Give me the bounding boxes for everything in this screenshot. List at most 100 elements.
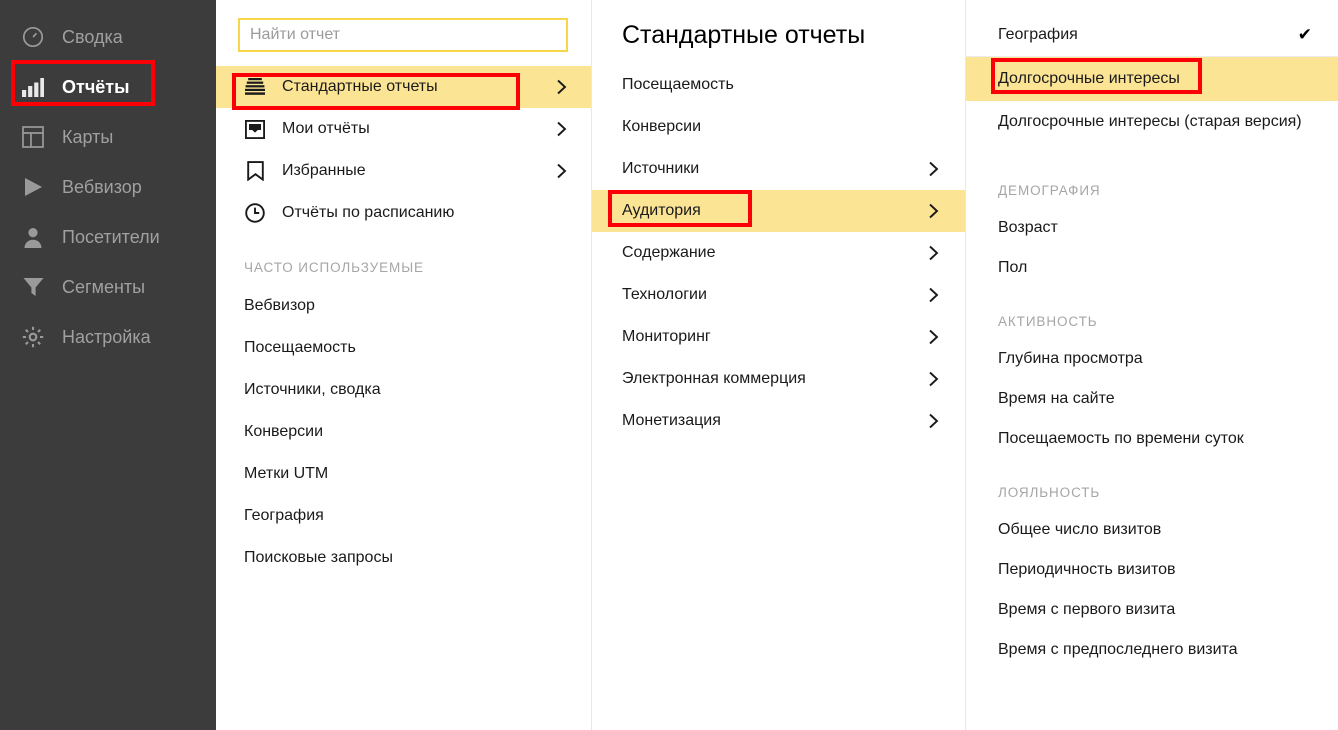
- sidebar-item-label: Вебвизор: [62, 177, 142, 197]
- chevron-right-icon: [925, 287, 941, 303]
- report-item-label: Конверсии: [622, 118, 702, 135]
- menu-item-scheduled-reports[interactable]: Отчёты по расписанию: [216, 192, 591, 234]
- frequent-item-utm-tags[interactable]: Метки UTM: [216, 453, 591, 495]
- speedometer-icon: [20, 24, 46, 50]
- frequent-item-label: Метки UTM: [244, 465, 329, 482]
- report-item-label: Электронная коммерция: [622, 370, 806, 387]
- frequent-item-label: Вебвизор: [244, 297, 315, 314]
- chevron-right-icon: [925, 329, 941, 345]
- audience-item-longterm-interests-old[interactable]: Долгосрочные интересы (старая версия): [966, 101, 1338, 157]
- audience-item-page-depth[interactable]: Глубина просмотра: [966, 339, 1338, 379]
- chevron-right-icon: [925, 161, 941, 177]
- bookmark-icon: [244, 160, 266, 182]
- audience-item-label: Возраст: [998, 219, 1058, 237]
- chevron-right-icon: [925, 371, 941, 387]
- audience-item-label: Общее число визитов: [998, 521, 1162, 539]
- audience-item-label: Время на сайте: [998, 390, 1115, 408]
- audience-item-label: Долгосрочные интересы: [998, 70, 1180, 88]
- sidebar-item-maps[interactable]: Карты: [0, 112, 216, 162]
- reports-nav-panel: Стандартные отчеты Мои отчёты: [216, 0, 592, 730]
- audience-item-time-since-first-visit[interactable]: Время с первого визита: [966, 590, 1338, 630]
- layout-grid-icon: [20, 124, 46, 150]
- standard-reports-panel: Стандартные отчеты Посещаемость Конверси…: [592, 0, 966, 730]
- menu-item-label: Стандартные отчеты: [282, 78, 438, 95]
- sidebar-item-label: Настройка: [62, 327, 151, 347]
- sidebar-item-visitors[interactable]: Посетители: [0, 212, 216, 262]
- search-input[interactable]: [250, 26, 556, 44]
- person-icon: [20, 224, 46, 250]
- frequent-item-search-queries[interactable]: Поисковые запросы: [216, 537, 591, 579]
- stacked-lines-icon: [244, 76, 266, 98]
- menu-item-label: Избранные: [282, 162, 366, 179]
- report-item-label: Аудитория: [622, 202, 701, 219]
- frequent-item-label: Конверсии: [244, 423, 324, 440]
- audience-item-longterm-interests[interactable]: Долгосрочные интересы: [966, 57, 1338, 101]
- frequent-item-traffic[interactable]: Посещаемость: [216, 327, 591, 369]
- frequent-item-label: Посещаемость: [244, 339, 356, 356]
- sidebar-item-reports[interactable]: Отчёты: [0, 62, 216, 112]
- sidebar-item-label: Сводка: [62, 27, 123, 47]
- audience-item-label: Время с предпоследнего визита: [998, 641, 1238, 659]
- frequent-item-conversions[interactable]: Конверсии: [216, 411, 591, 453]
- menu-item-label: Мои отчёты: [282, 120, 370, 137]
- report-item-monetization[interactable]: Монетизация: [592, 400, 965, 442]
- chevron-right-icon: [553, 163, 569, 179]
- sidebar-item-label: Сегменты: [62, 277, 146, 297]
- audience-item-label: Периодичность визитов: [998, 561, 1176, 579]
- left-sidebar: Сводка Отчёты Карты Вебвизор Посетители …: [0, 0, 216, 730]
- audience-item-time-since-penultimate-visit[interactable]: Время с предпоследнего визита: [966, 630, 1338, 670]
- chevron-right-icon: [925, 245, 941, 261]
- report-item-monitoring[interactable]: Мониторинг: [592, 316, 965, 358]
- audience-item-label: Посещаемость по времени суток: [998, 430, 1244, 448]
- audience-item-gender[interactable]: Пол: [966, 248, 1338, 288]
- report-item-traffic[interactable]: Посещаемость: [592, 64, 965, 106]
- play-triangle-icon: [20, 174, 46, 200]
- sidebar-item-segments[interactable]: Сегменты: [0, 262, 216, 312]
- report-item-content[interactable]: Содержание: [592, 232, 965, 274]
- report-item-label: Мониторинг: [622, 328, 711, 345]
- chevron-right-icon: [553, 79, 569, 95]
- report-item-label: Монетизация: [622, 412, 721, 429]
- report-item-conversions[interactable]: Конверсии: [592, 106, 965, 148]
- sidebar-item-label: Карты: [62, 127, 114, 147]
- search-container: [216, 0, 591, 66]
- audience-item-label: Глубина просмотра: [998, 350, 1143, 368]
- panel-title-standard-reports: Стандартные отчеты: [622, 21, 866, 49]
- report-item-ecommerce[interactable]: Электронная коммерция: [592, 358, 965, 400]
- sidebar-item-webvisor[interactable]: Вебвизор: [0, 162, 216, 212]
- sidebar-item-label: Посетители: [62, 227, 160, 247]
- section-header-frequently-used: ЧАСТО ИСПОЛЬЗУЕМЫЕ: [244, 260, 424, 275]
- report-item-audience[interactable]: Аудитория: [592, 190, 965, 232]
- search-box[interactable]: [238, 18, 568, 52]
- chevron-right-icon: [553, 121, 569, 137]
- report-item-label: Содержание: [622, 244, 716, 261]
- audience-item-time-on-site[interactable]: Время на сайте: [966, 379, 1338, 419]
- sidebar-item-settings[interactable]: Настройка: [0, 312, 216, 362]
- audience-item-age[interactable]: Возраст: [966, 208, 1338, 248]
- report-item-label: Технологии: [622, 286, 707, 303]
- report-item-technologies[interactable]: Технологии: [592, 274, 965, 316]
- menu-item-my-reports[interactable]: Мои отчёты: [216, 108, 591, 150]
- audience-item-total-visits[interactable]: Общее число визитов: [966, 510, 1338, 550]
- funnel-icon: [20, 274, 46, 300]
- frequent-item-geography[interactable]: География: [216, 495, 591, 537]
- menu-item-label: Отчёты по расписанию: [282, 204, 455, 221]
- audience-item-label: Пол: [998, 259, 1028, 277]
- report-item-label: Источники: [622, 160, 700, 177]
- frequent-item-sources-summary[interactable]: Источники, сводка: [216, 369, 591, 411]
- menu-item-standard-reports[interactable]: Стандартные отчеты: [216, 66, 591, 108]
- menu-item-favorites[interactable]: Избранные: [216, 150, 591, 192]
- audience-item-geography[interactable]: География ✔: [966, 10, 1338, 56]
- frequent-item-label: Поисковые запросы: [244, 549, 393, 566]
- sidebar-item-summary[interactable]: Сводка: [0, 12, 216, 62]
- section-header-activity: АКТИВНОСТЬ: [998, 314, 1098, 329]
- frequent-item-webvisor[interactable]: Вебвизор: [216, 285, 591, 327]
- bar-chart-icon: [20, 74, 46, 100]
- report-item-sources[interactable]: Источники: [592, 148, 965, 190]
- audience-item-traffic-by-time-of-day[interactable]: Посещаемость по времени суток: [966, 419, 1338, 459]
- section-header-demography: ДЕМОГРАФИЯ: [998, 183, 1101, 198]
- audience-item-visit-frequency[interactable]: Периодичность визитов: [966, 550, 1338, 590]
- report-item-label: Посещаемость: [622, 76, 734, 93]
- audience-item-label: Долгосрочные интересы (старая версия): [998, 113, 1302, 130]
- frequent-item-label: География: [244, 507, 324, 524]
